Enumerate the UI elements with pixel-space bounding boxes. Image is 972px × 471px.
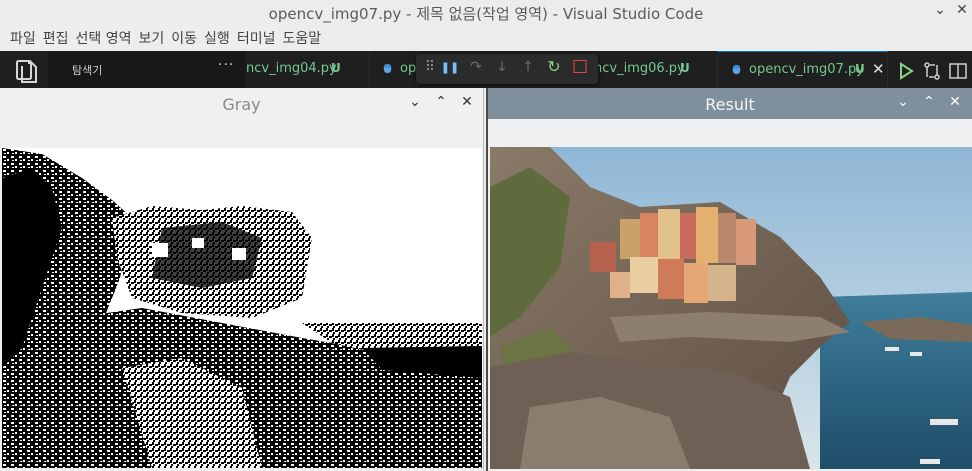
drag-handle-icon[interactable]: ⠿ xyxy=(420,59,440,79)
result-window-titlebar[interactable]: Result ⌄ ⌃ ✕ xyxy=(488,88,972,119)
step-over-icon[interactable]: ↷ xyxy=(466,59,486,79)
close-tab-icon[interactable]: ✕ xyxy=(872,60,885,78)
menu-view[interactable]: 보기 xyxy=(139,26,172,50)
close-icon[interactable]: ✕ xyxy=(946,94,964,110)
minimize-icon[interactable]: ⌄ xyxy=(930,2,950,18)
menu-file[interactable]: 파일 xyxy=(0,26,43,50)
untracked-badge: U xyxy=(331,61,341,75)
stop-icon[interactable]: □ xyxy=(570,56,590,76)
python-file-icon xyxy=(732,64,741,75)
grayscale-threshold-image xyxy=(2,148,482,468)
run-icon[interactable] xyxy=(896,61,916,81)
more-actions-icon[interactable]: ··· xyxy=(218,57,234,73)
menu-edit[interactable]: 편집 xyxy=(43,26,76,50)
editor-tab-bar: 탐색기 ··· ncv_img04.py U op ncv_img06.py U… xyxy=(0,51,972,88)
tab-label: ncv_img06.py xyxy=(594,61,685,76)
close-icon[interactable]: ✕ xyxy=(458,94,476,110)
tab-opencv-img06[interactable]: ncv_img06.py U xyxy=(594,51,718,88)
menu-selection[interactable]: 선택 영역 xyxy=(76,26,139,50)
explorer-files-icon[interactable] xyxy=(13,59,41,85)
close-window-icon[interactable]: ✕ xyxy=(952,2,972,18)
maximize-icon[interactable]: ⌃ xyxy=(920,94,938,110)
python-file-icon xyxy=(383,63,392,74)
menu-bar: 파일 편집 선택 영역 보기 이동 실행 터미널 도움말 xyxy=(0,26,328,50)
gray-window-titlebar[interactable]: Gray ⌄ ⌃ ✕ xyxy=(0,88,483,120)
minimize-icon[interactable]: ⌄ xyxy=(894,94,912,110)
step-out-icon[interactable]: ↑ xyxy=(518,59,538,79)
menu-help[interactable]: 도움말 xyxy=(282,26,328,50)
result-image-window: Result ⌄ ⌃ ✕ xyxy=(486,88,972,471)
minimize-icon[interactable]: ⌄ xyxy=(406,94,424,110)
menu-go[interactable]: 이동 xyxy=(171,26,204,50)
explorer-header: 탐색기 ··· xyxy=(48,51,248,88)
tab-label: opencv_img07.py xyxy=(749,62,864,77)
gray-image-window: Gray ⌄ ⌃ ✕ xyxy=(0,88,484,471)
untracked-badge: U xyxy=(855,62,865,76)
tab-opencv-img04[interactable]: ncv_img04.py U xyxy=(246,51,370,88)
untracked-badge: U xyxy=(680,61,690,75)
pause-icon[interactable]: ❚❚ xyxy=(440,61,460,81)
explorer-title: 탐색기 xyxy=(72,64,103,77)
maximize-icon[interactable]: ⌃ xyxy=(432,94,450,110)
debug-toolbar: ⠿ ❚❚ ↷ ↓ ↑ ↻ □ xyxy=(416,54,598,84)
compare-changes-icon[interactable] xyxy=(922,61,942,81)
window-titlebar: opencv_img07.py - 제목 없음(작업 영역) - Visual … xyxy=(0,0,972,24)
tab-label: op xyxy=(400,61,417,76)
step-into-icon[interactable]: ↓ xyxy=(492,59,512,79)
restart-icon[interactable]: ↻ xyxy=(544,57,564,77)
menu-terminal[interactable]: 터미널 xyxy=(237,26,283,50)
window-title: opencv_img07.py - 제목 없음(작업 영역) - Visual … xyxy=(268,5,704,23)
tab-opencv-img07[interactable]: opencv_img07.py U ✕ xyxy=(718,51,888,88)
tab-label: ncv_img04.py xyxy=(246,61,337,76)
tab-opencv-img05[interactable]: op xyxy=(370,51,418,88)
menu-run[interactable]: 실행 xyxy=(204,26,237,50)
split-editor-icon[interactable] xyxy=(948,61,968,81)
result-color-photo xyxy=(490,147,972,469)
